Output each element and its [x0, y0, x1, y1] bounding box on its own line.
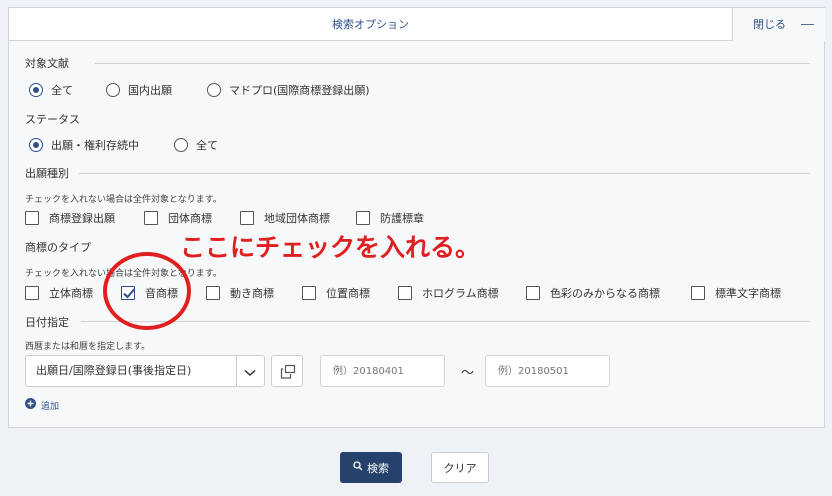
radio-label: 全て [196, 139, 218, 152]
checkbox-icon [691, 286, 705, 300]
search-button-label: 検索 [367, 461, 389, 475]
search-icon [353, 461, 367, 474]
radio-label: 出願・権利存続中 [51, 139, 139, 152]
radio-selected-icon [29, 138, 43, 152]
checkbox-trademark-registration[interactable]: 商標登録出願 [25, 210, 115, 226]
checkbox-hologram-mark[interactable]: ホログラム商標 [398, 285, 499, 301]
checkbox-icon [25, 211, 39, 225]
plus-circle-icon [25, 398, 36, 412]
panel-header: 検索オプション 閉じる [9, 8, 825, 41]
section-title-date: 日付指定 [25, 316, 69, 329]
close-label: 閉じる [753, 18, 786, 31]
checkbox-label: 立体商標 [49, 287, 93, 300]
checkbox-label: 地域団体商標 [264, 212, 330, 225]
radio-status-all[interactable]: 全て [174, 137, 218, 153]
checkbox-icon [398, 286, 412, 300]
radio-target-all[interactable]: 全て [29, 82, 73, 98]
radio-target-domestic[interactable]: 国内出願 [106, 82, 172, 98]
radio-unselected-icon [207, 83, 221, 97]
section-title-status: ステータス [25, 113, 80, 126]
annotation-circle [103, 252, 191, 330]
checkbox-motion-mark[interactable]: 動き商標 [206, 285, 274, 301]
checkbox-icon [144, 211, 158, 225]
date-from-input[interactable] [320, 355, 445, 387]
select-divider [236, 356, 237, 386]
annotation-text: ここにチェックを入れる。 [180, 233, 481, 262]
checkbox-label: 標準文字商標 [715, 287, 781, 300]
checkbox-label: 商標登録出願 [49, 212, 115, 225]
add-date-button[interactable]: 追加 [25, 398, 59, 412]
checkbox-icon [302, 286, 316, 300]
hint-text: 西暦または和暦を指定します。 [25, 342, 151, 352]
checkbox-label: 防護標章 [380, 212, 424, 225]
section-title-application-type: 出願種別 [25, 167, 69, 180]
date-to-input[interactable] [485, 355, 610, 387]
checkbox-icon [526, 286, 540, 300]
checkbox-label: 団体商標 [168, 212, 212, 225]
minus-icon [801, 24, 814, 25]
radio-label: 全て [51, 84, 73, 97]
chevron-down-icon [244, 367, 256, 380]
checkbox-label: 動き商標 [230, 287, 274, 300]
radio-unselected-icon [174, 138, 188, 152]
divider [95, 63, 810, 64]
checkbox-label: 位置商標 [326, 287, 370, 300]
radio-unselected-icon [106, 83, 120, 97]
checkbox-icon [240, 211, 254, 225]
date-range-separator: 〜 [461, 366, 475, 381]
checkbox-icon [356, 211, 370, 225]
divider [79, 173, 810, 174]
radio-status-active[interactable]: 出願・権利存続中 [29, 137, 139, 153]
checkbox-standard-character-mark[interactable]: 標準文字商標 [691, 285, 781, 301]
search-options-panel: 検索オプション 閉じる 対象文献 全て 国内出願 マドプロ(国際商標登録出願) … [8, 7, 825, 428]
checkbox-3d-mark[interactable]: 立体商標 [25, 285, 93, 301]
checkbox-regional-collective-mark[interactable]: 地域団体商標 [240, 210, 330, 226]
add-label: 追加 [41, 401, 60, 412]
search-button[interactable]: 検索 [340, 452, 402, 483]
radio-label: マドプロ(国際商標登録出願) [229, 84, 370, 97]
calendar-picker-button[interactable] [271, 355, 303, 387]
section-title-target-doc: 対象文献 [25, 57, 69, 70]
checkbox-label: ホログラム商標 [422, 287, 499, 300]
close-button[interactable]: 閉じる [732, 8, 825, 41]
clear-button-label: クリア [443, 461, 477, 475]
clear-button[interactable]: クリア [431, 452, 489, 483]
radio-label: 国内出願 [128, 84, 172, 97]
checkbox-defensive-mark[interactable]: 防護標章 [356, 210, 424, 226]
checkbox-icon [25, 286, 39, 300]
radio-selected-icon [29, 83, 43, 97]
divider [81, 321, 810, 322]
checkbox-icon [206, 286, 220, 300]
checkbox-color-mark[interactable]: 色彩のみからなる商標 [526, 285, 660, 301]
checkbox-collective-mark[interactable]: 団体商標 [144, 210, 212, 226]
hint-text: チェックを入れない場合は全件対象となります。 [25, 195, 222, 205]
panel-title: 検索オプション [332, 18, 409, 31]
section-title-mark-type: 商標のタイプ [25, 241, 91, 254]
select-value: 出願日/国際登録日(事後指定日) [36, 364, 192, 377]
checkbox-label: 色彩のみからなる商標 [550, 287, 660, 300]
date-type-select[interactable]: 出願日/国際登録日(事後指定日) [25, 355, 265, 387]
radio-target-madrid[interactable]: マドプロ(国際商標登録出願) [207, 82, 370, 98]
checkbox-position-mark[interactable]: 位置商標 [302, 285, 370, 301]
